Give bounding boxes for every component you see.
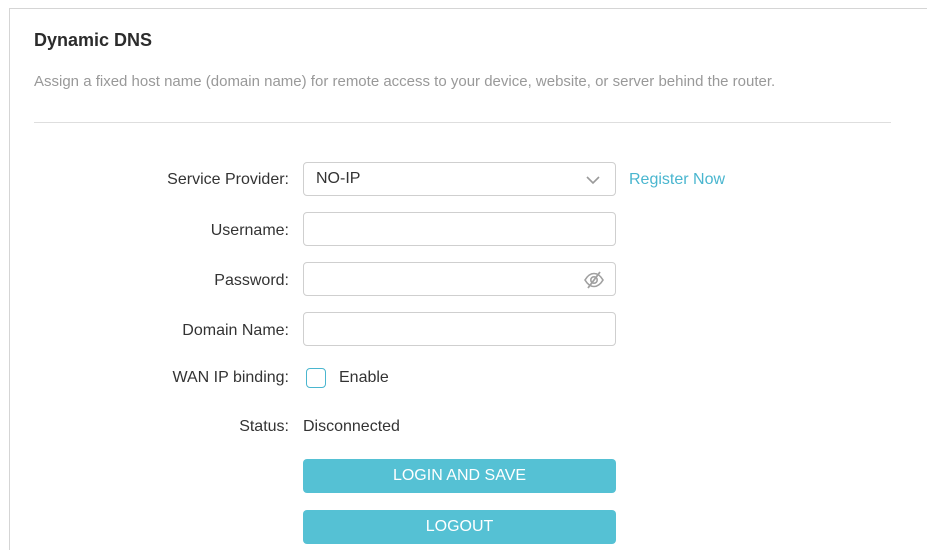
- password-label: Password:: [214, 272, 289, 289]
- login-and-save-button[interactable]: LOGIN AND SAVE: [303, 459, 616, 493]
- wan-ip-binding-label: WAN IP binding:: [172, 369, 290, 386]
- domain-name-input[interactable]: [304, 313, 615, 345]
- enable-label[interactable]: Enable: [339, 369, 389, 387]
- status-value: Disconnected: [303, 418, 400, 435]
- register-now-link[interactable]: Register Now: [629, 171, 725, 189]
- domain-name-field[interactable]: [303, 312, 616, 346]
- section-description: Assign a fixed host name (domain name) f…: [34, 73, 776, 90]
- domain-name-label: Domain Name:: [182, 322, 289, 339]
- username-input[interactable]: [304, 213, 615, 245]
- username-field[interactable]: [303, 212, 616, 246]
- logout-button[interactable]: LOGOUT: [303, 510, 616, 544]
- service-provider-value: NO-IP: [316, 170, 361, 187]
- service-provider-select[interactable]: NO-IP: [303, 162, 616, 196]
- status-label: Status:: [239, 418, 289, 435]
- divider: [34, 122, 891, 123]
- chevron-down-icon: [586, 176, 600, 185]
- username-label: Username:: [210, 222, 289, 239]
- section-title: Dynamic DNS: [34, 30, 153, 50]
- eye-off-icon[interactable]: [583, 269, 605, 291]
- password-input[interactable]: [304, 263, 615, 295]
- service-provider-label: Service Provider:: [167, 171, 289, 188]
- password-field[interactable]: [303, 262, 616, 296]
- wan-ip-binding-checkbox[interactable]: [306, 368, 326, 388]
